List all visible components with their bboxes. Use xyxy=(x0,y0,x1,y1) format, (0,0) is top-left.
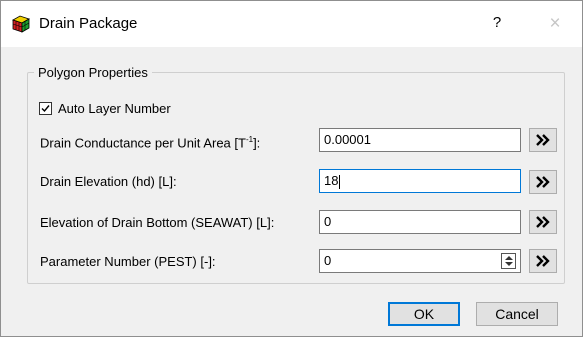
cube-icon xyxy=(12,15,30,33)
parameter-number-label: Parameter Number (PEST) [-]: xyxy=(40,254,216,269)
drain-bottom-elevation-input[interactable]: 0 xyxy=(319,210,521,234)
drain-elevation-value: 18 xyxy=(324,173,339,188)
checkmark-icon xyxy=(41,104,50,112)
auto-layer-number-label: Auto Layer Number xyxy=(58,100,171,116)
spin-down-icon[interactable] xyxy=(505,262,513,266)
drain-conductance-label: Drain Conductance per Unit Area [T-1]: xyxy=(40,132,260,151)
drain-bottom-elevation-more-button[interactable] xyxy=(529,210,557,234)
drain-conductance-label-exponent: -1 xyxy=(245,135,254,144)
parameter-number-more-button[interactable] xyxy=(529,249,557,273)
group-title: Polygon Properties xyxy=(34,65,152,81)
parameter-number-spinbox[interactable]: 0 xyxy=(319,249,521,273)
drain-conductance-label-suffix: ]: xyxy=(253,135,261,151)
spin-buttons[interactable] xyxy=(501,253,516,269)
drain-bottom-elevation-label: Elevation of Drain Bottom (SEAWAT) [L]: xyxy=(40,215,275,230)
double-chevron-right-icon xyxy=(536,255,550,267)
drain-conductance-more-button[interactable] xyxy=(529,128,557,152)
drain-conductance-input[interactable]: 0.00001 xyxy=(319,128,521,152)
text-caret xyxy=(339,174,341,189)
auto-layer-number-row[interactable]: Auto Layer Number xyxy=(39,100,171,116)
cancel-button[interactable]: Cancel xyxy=(476,302,558,326)
drain-conductance-label-text: Drain Conductance per Unit Area [T xyxy=(40,135,246,151)
parameter-number-value: 0 xyxy=(324,253,332,268)
ok-button[interactable]: OK xyxy=(388,302,460,326)
drain-elevation-label: Drain Elevation (hd) [L]: xyxy=(40,174,177,189)
help-button[interactable]: ? xyxy=(487,13,507,33)
drain-elevation-more-button[interactable] xyxy=(529,170,557,194)
drain-package-dialog: Drain Package ? × Polygon Properties Aut… xyxy=(0,0,583,337)
double-chevron-right-icon xyxy=(536,134,550,146)
drain-elevation-input[interactable]: 18 xyxy=(319,169,521,193)
close-button[interactable]: × xyxy=(544,13,566,35)
title-bar: Drain Package ? × xyxy=(1,1,582,47)
window-title: Drain Package xyxy=(39,15,138,32)
auto-layer-number-checkbox[interactable] xyxy=(39,101,52,115)
spin-up-icon[interactable] xyxy=(505,256,513,260)
double-chevron-right-icon xyxy=(536,176,550,188)
double-chevron-right-icon xyxy=(536,216,550,228)
